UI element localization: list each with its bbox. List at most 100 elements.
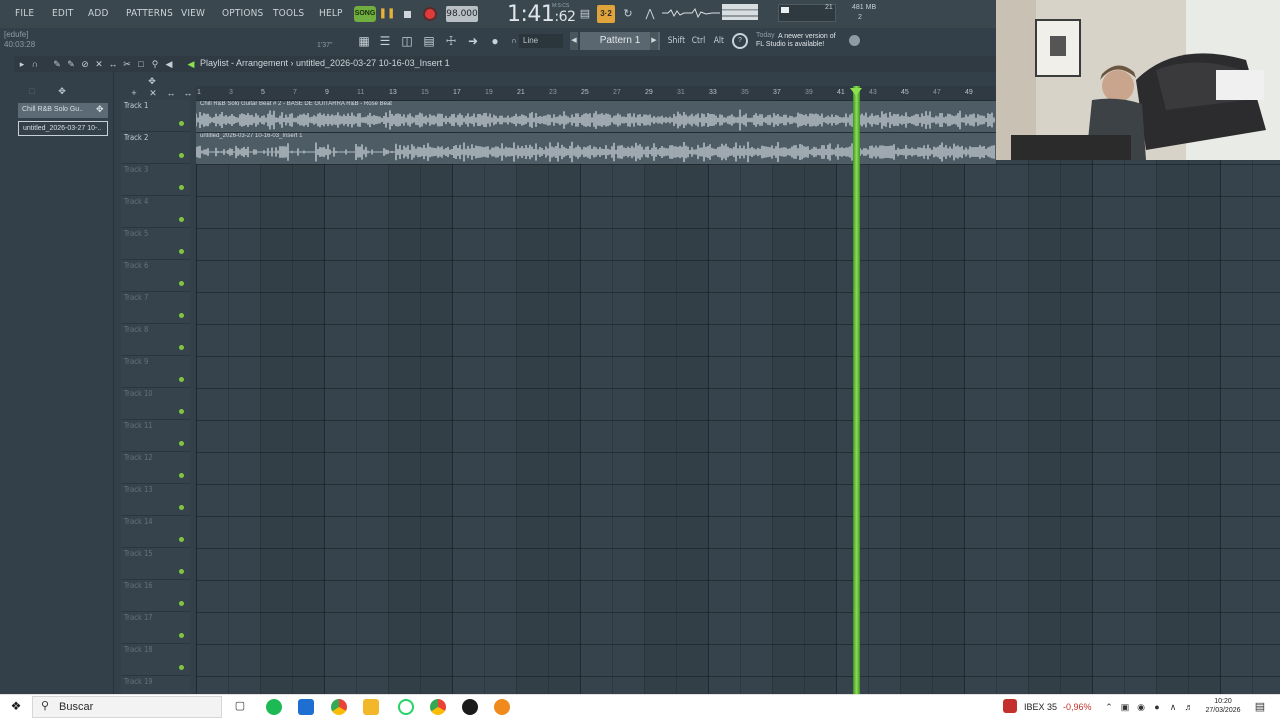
track-header[interactable]: Track 16 (121, 580, 190, 612)
menu-add[interactable]: ADD (88, 8, 109, 19)
mute-tool-icon[interactable]: ✕ (93, 57, 105, 71)
news-icon[interactable]: ? (732, 33, 748, 49)
tray-mic-icon[interactable]: ● (1152, 702, 1162, 712)
menu-patterns[interactable]: PATTERNS (126, 8, 173, 19)
tray-volume-icon[interactable]: ♬ (1184, 702, 1194, 712)
playlist-icon[interactable]: ▦ (355, 32, 373, 50)
windows-start-icon[interactable]: ❖ (10, 700, 22, 713)
track-header[interactable]: Track 4 (121, 196, 190, 228)
snap-select[interactable]: Line (519, 34, 563, 48)
track-mute-led[interactable] (179, 153, 184, 158)
track-header[interactable]: Track 14 (121, 516, 190, 548)
track-mute-led[interactable] (179, 281, 184, 286)
channel-settings-icon[interactable]: ☩ (442, 32, 460, 50)
track-header[interactable]: Track 1 (121, 100, 190, 132)
track-header[interactable]: Track 15 (121, 548, 190, 580)
tray-network-icon[interactable]: ∧ (1168, 702, 1178, 712)
track-mute-led[interactable] (179, 249, 184, 254)
ruler-expand-icon[interactable]: ↔ (182, 87, 194, 99)
song-mode-button[interactable]: SONG (354, 6, 376, 22)
draw-tool-icon[interactable]: ✎ (51, 57, 63, 71)
ctrl-key[interactable]: Ctrl (690, 34, 707, 48)
playhead-marker-icon[interactable] (850, 88, 863, 96)
browser-clip-item[interactable]: untitled_2026-03-27 10-.. (18, 121, 108, 136)
playlist-speaker-icon[interactable]: ◀ (185, 57, 197, 71)
typing-keyboard-icon[interactable]: ▤ (576, 5, 594, 23)
tray-chrome-icon[interactable]: ◉ (1136, 702, 1146, 712)
track-header[interactable]: Track 17 (121, 612, 190, 644)
tray-chevron-icon[interactable]: ⌃ (1104, 702, 1114, 712)
menu-help[interactable]: HELP (319, 8, 343, 19)
track-header[interactable]: Track 12 (121, 452, 190, 484)
browser-move-icon[interactable]: ✥ (56, 84, 68, 98)
track-header[interactable]: Track 9 (121, 356, 190, 388)
track-header[interactable]: Track 7 (121, 292, 190, 324)
track-mute-led[interactable] (179, 569, 184, 574)
ibex-change[interactable]: -0,96% (1063, 702, 1092, 712)
playlist-scroll-icon[interactable]: ✥ (146, 74, 158, 88)
blend-notes-icon[interactable]: ⋀ (641, 5, 659, 23)
chrome-profile-icon[interactable] (430, 699, 446, 715)
whatsapp-icon[interactable] (398, 699, 414, 715)
news-text[interactable]: A newer version of (778, 32, 844, 41)
piano-roll-icon[interactable]: ☰ (376, 32, 394, 50)
taskbar-clock[interactable]: 10:20 27/03/2026 (1201, 697, 1245, 715)
magnet-icon[interactable]: ∩ (29, 57, 41, 71)
track-mute-led[interactable] (179, 185, 184, 190)
loop-record-icon[interactable]: ↻ (619, 5, 637, 23)
ruler-arrows-icon[interactable]: ↔ (165, 87, 177, 99)
globe-icon[interactable] (849, 35, 860, 46)
slip-tool-icon[interactable]: ↔ (107, 57, 119, 71)
track-mute-led[interactable] (179, 505, 184, 510)
ibex-chart-icon[interactable] (1003, 699, 1017, 713)
track-mute-led[interactable] (179, 601, 184, 606)
record-button[interactable] (422, 6, 438, 22)
tempo-display[interactable]: 98.000 (446, 6, 478, 22)
add-track-icon[interactable]: + (128, 87, 140, 99)
spotify-icon[interactable] (266, 699, 282, 715)
menu-edit[interactable]: EDIT (52, 8, 74, 19)
browser-clip-item[interactable]: Chill R&B Solo Gu.. (18, 103, 108, 118)
playback-tool-icon[interactable]: ◀ (163, 57, 175, 71)
fl-studio-icon[interactable] (494, 699, 510, 715)
ibex-label[interactable]: IBEX 35 (1024, 702, 1057, 712)
track-mute-led[interactable] (179, 665, 184, 670)
audio-clip-guitar[interactable]: Chill R&B Solo Guitar Beat # 2 - BASE DE… (196, 101, 996, 132)
menu-file[interactable]: FILE (15, 8, 34, 19)
arrangement-grid[interactable] (196, 100, 1280, 694)
track-mute-led[interactable] (179, 121, 184, 126)
track-mute-led[interactable] (179, 537, 184, 542)
file-explorer-icon[interactable] (363, 699, 379, 715)
track-header[interactable]: Track 5 (121, 228, 190, 260)
menu-options[interactable]: OPTIONS (222, 8, 263, 19)
track-header[interactable]: Track 10 (121, 388, 190, 420)
track-header[interactable]: Track 6 (121, 260, 190, 292)
menu-tools[interactable]: TOOLS (273, 8, 304, 19)
playhead[interactable] (853, 86, 861, 694)
browser-icon[interactable]: ➜ (464, 32, 482, 50)
pattern-select[interactable]: Pattern 1 (580, 32, 660, 50)
tray-usb-icon[interactable]: ▣ (1120, 702, 1130, 712)
playlist-menu-arrow-icon[interactable]: ▸ (16, 57, 28, 71)
chrome-icon[interactable] (331, 699, 347, 715)
track-mute-led[interactable] (179, 473, 184, 478)
pattern-prev-button[interactable]: ◀ (570, 32, 578, 50)
track-mute-led[interactable] (179, 313, 184, 318)
stop-button[interactable] (399, 6, 415, 22)
zoom-tool-icon[interactable]: ⚲ (149, 57, 161, 71)
mixer-icon[interactable]: ▤ (420, 32, 438, 50)
notifications-icon[interactable]: ▤ (1254, 702, 1266, 713)
pattern-next-button[interactable]: ▶ (650, 32, 658, 50)
task-view-icon[interactable]: ▢ (234, 701, 246, 712)
menu-view[interactable]: VIEW (181, 8, 205, 19)
track-header[interactable]: Track 8 (121, 324, 190, 356)
metronome-icon[interactable]: 3·2 (597, 5, 615, 23)
track-header[interactable]: Track 3 (121, 164, 190, 196)
clip-select-icon[interactable]: ✥ (96, 104, 106, 116)
track-mute-led[interactable] (179, 377, 184, 382)
browser-back-icon[interactable]: □ (26, 84, 38, 98)
alt-key[interactable]: Alt (712, 34, 726, 48)
track-header[interactable]: Track 2 (121, 132, 190, 164)
channel-rack-icon[interactable]: ◫ (398, 32, 416, 50)
delete-tool-icon[interactable]: ⊘ (79, 57, 91, 71)
